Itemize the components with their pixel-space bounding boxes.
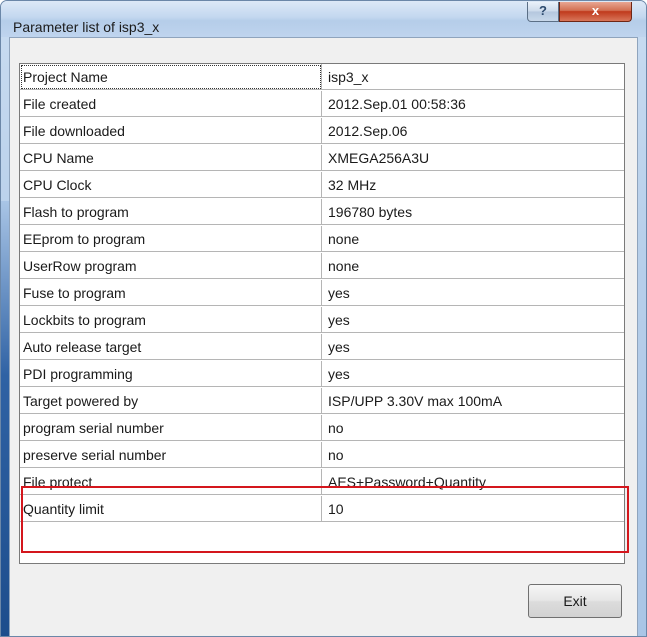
table-row[interactable]: File protect AES+Password+Quantity: [20, 469, 624, 496]
parameter-value-cell[interactable]: 196780 bytes: [322, 199, 624, 225]
table-row[interactable]: preserve serial number no: [20, 442, 624, 469]
parameter-name-cell[interactable]: Project Name: [20, 64, 322, 90]
table-row[interactable]: File downloaded 2012.Sep.06: [20, 118, 624, 145]
parameter-value-cell[interactable]: none: [322, 253, 624, 279]
table-row[interactable]: Flash to program 196780 bytes: [20, 199, 624, 226]
parameter-name-cell[interactable]: Fuse to program: [20, 280, 322, 306]
parameter-name-cell[interactable]: Flash to program: [20, 199, 322, 225]
table-row[interactable]: program serial number no: [20, 415, 624, 442]
parameter-value-cell[interactable]: ISP/UPP 3.30V max 100mA: [322, 388, 624, 414]
help-icon: ?: [539, 3, 547, 18]
parameter-name-cell[interactable]: program serial number: [20, 415, 322, 441]
parameter-name-cell[interactable]: preserve serial number: [20, 442, 322, 468]
dialog-body: Project Name isp3_x File created 2012.Sep.0…: [9, 37, 638, 636]
parameter-value-cell[interactable]: yes: [322, 280, 624, 306]
help-button[interactable]: ?: [527, 2, 559, 22]
parameter-value-cell[interactable]: 2012.Sep.06: [322, 118, 624, 144]
parameter-value-cell[interactable]: yes: [322, 334, 624, 360]
parameter-value-cell[interactable]: none: [322, 226, 624, 252]
parameter-value-cell[interactable]: XMEGA256A3U: [322, 145, 624, 171]
parameter-table: Project Name isp3_x File created 2012.Sep.0…: [19, 63, 625, 564]
parameter-value-cell[interactable]: isp3_x: [322, 64, 624, 90]
parameter-name-cell[interactable]: Quantity limit: [20, 496, 322, 522]
close-button[interactable]: x: [559, 2, 632, 22]
table-row[interactable]: CPU Name XMEGA256A3U: [20, 145, 624, 172]
parameter-name-cell[interactable]: Auto release target: [20, 334, 322, 360]
table-row[interactable]: Project Name isp3_x: [20, 64, 624, 91]
table-row[interactable]: Auto release target yes: [20, 334, 624, 361]
window-title: Parameter list of isp3_x: [13, 19, 160, 35]
parameter-name-cell[interactable]: Target powered by: [20, 388, 322, 414]
parameter-name-cell[interactable]: CPU Clock: [20, 172, 322, 198]
table-row[interactable]: PDI programming yes: [20, 361, 624, 388]
parameter-name-cell[interactable]: CPU Name: [20, 145, 322, 171]
parameter-value-cell[interactable]: AES+Password+Quantity: [322, 469, 624, 495]
parameter-name-cell[interactable]: EEprom to program: [20, 226, 322, 252]
parameter-value-cell[interactable]: yes: [322, 361, 624, 387]
title-bar[interactable]: Parameter list of isp3_x ? x: [1, 1, 646, 37]
parameter-name-cell[interactable]: File protect: [20, 469, 322, 495]
parameter-value-cell[interactable]: 32 MHz: [322, 172, 624, 198]
table-row[interactable]: Lockbits to program yes: [20, 307, 624, 334]
parameter-list-window: Parameter list of isp3_x ? x Project Nam…: [0, 0, 647, 637]
table-row[interactable]: CPU Clock 32 MHz: [20, 172, 624, 199]
table-row[interactable]: UserRow program none: [20, 253, 624, 280]
parameter-value-cell[interactable]: 2012.Sep.01 00:58:36: [322, 91, 624, 117]
exit-button[interactable]: Exit: [528, 584, 622, 618]
close-icon: x: [591, 3, 600, 18]
table-row[interactable]: File created 2012.Sep.01 00:58:36: [20, 91, 624, 118]
table-row[interactable]: EEprom to program none: [20, 226, 624, 253]
parameter-name-cell[interactable]: PDI programming: [20, 361, 322, 387]
parameter-value-cell[interactable]: 10: [322, 496, 624, 522]
window-frame-edge: [1, 201, 9, 636]
parameter-value-cell[interactable]: no: [322, 415, 624, 441]
parameter-name-cell[interactable]: File downloaded: [20, 118, 322, 144]
table-row[interactable]: Quantity limit 10: [20, 496, 624, 523]
parameter-name-cell[interactable]: Lockbits to program: [20, 307, 322, 333]
table-row[interactable]: Fuse to program yes: [20, 280, 624, 307]
parameter-value-cell[interactable]: no: [322, 442, 624, 468]
parameter-name-cell[interactable]: File created: [20, 91, 322, 117]
table-row[interactable]: Target powered by ISP/UPP 3.30V max 100mA: [20, 388, 624, 415]
parameter-value-cell[interactable]: yes: [322, 307, 624, 333]
parameter-name-cell[interactable]: UserRow program: [20, 253, 322, 279]
